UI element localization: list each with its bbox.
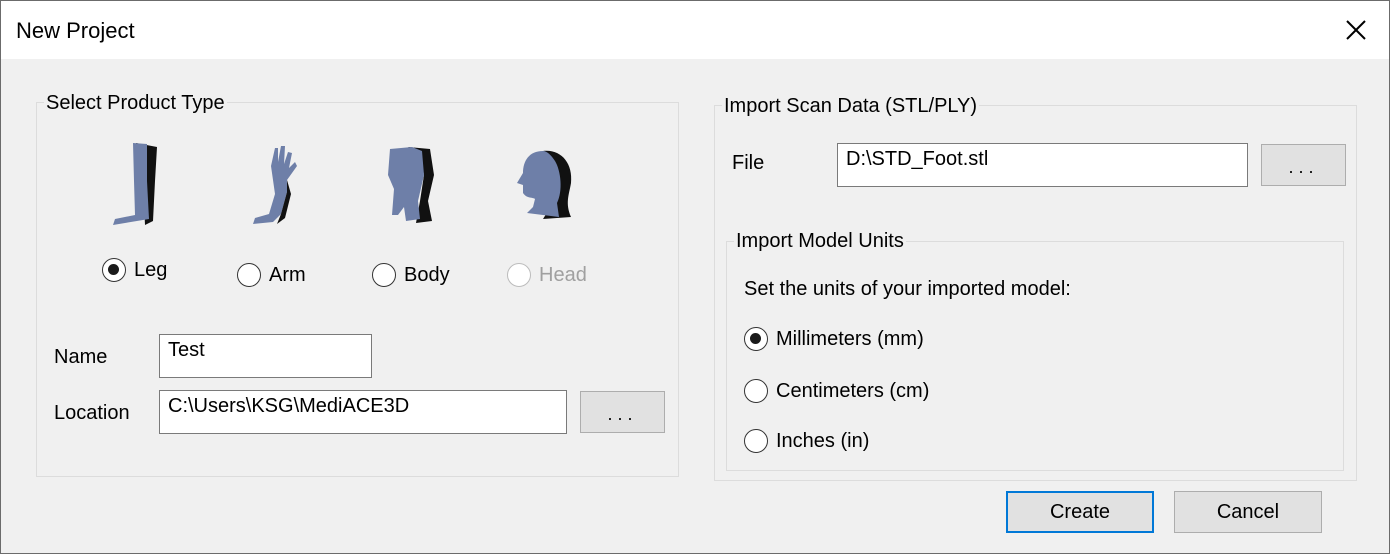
location-input[interactable]: C:\Users\KSG\MediACE3D [159,390,567,434]
units-instruction: Set the units of your imported model: [744,278,1071,300]
head-icon [517,150,572,219]
radio-inches-label: Inches (in) [776,429,870,452]
radio-leg[interactable]: Leg [102,258,167,282]
radio-body-indicator[interactable] [372,263,396,287]
radio-millimeters[interactable]: Millimeters (mm) [744,327,924,351]
radio-inches[interactable]: Inches (in) [744,429,869,453]
browse-location-button[interactable]: ... [580,391,665,433]
torso-icon [388,147,434,223]
import-units-group-label: Import Model Units [734,230,906,252]
new-project-dialog: New Project Select Product Type Leg Arm … [0,0,1390,554]
radio-leg-label: Leg [134,258,168,281]
create-button[interactable]: Create [1006,491,1154,533]
title-bar: New Project [1,1,1389,59]
radio-body[interactable]: Body [372,263,450,287]
radio-arm-label: Arm [269,263,306,286]
radio-head: Head [507,263,587,287]
dialog-title: New Project [16,18,135,43]
browse-file-button[interactable]: ... [1261,144,1346,186]
file-label: File [732,152,765,174]
close-button[interactable] [1323,1,1389,59]
radio-arm-indicator[interactable] [237,263,261,287]
radio-head-indicator [507,263,531,287]
radio-head-label: Head [539,263,587,286]
product-type-group-label: Select Product Type [44,92,227,114]
radio-centimeters[interactable]: Centimeters (cm) [744,379,929,403]
radio-arm[interactable]: Arm [237,263,306,287]
leg-icon [113,143,157,225]
name-input[interactable]: Test [159,334,372,378]
radio-millimeters-indicator[interactable] [744,327,768,351]
radio-centimeters-indicator[interactable] [744,379,768,403]
radio-body-label: Body [404,263,450,286]
location-label: Location [54,402,130,424]
close-icon [1346,20,1366,40]
radio-leg-indicator[interactable] [102,258,126,282]
arm-icon [253,146,297,224]
import-scan-group-label: Import Scan Data (STL/PLY) [722,95,980,117]
cancel-button[interactable]: Cancel [1174,491,1322,533]
radio-centimeters-label: Centimeters (cm) [776,379,930,402]
radio-millimeters-label: Millimeters (mm) [776,327,924,350]
file-input[interactable]: D:\STD_Foot.stl [837,143,1248,187]
radio-inches-indicator[interactable] [744,429,768,453]
name-label: Name [54,346,108,368]
